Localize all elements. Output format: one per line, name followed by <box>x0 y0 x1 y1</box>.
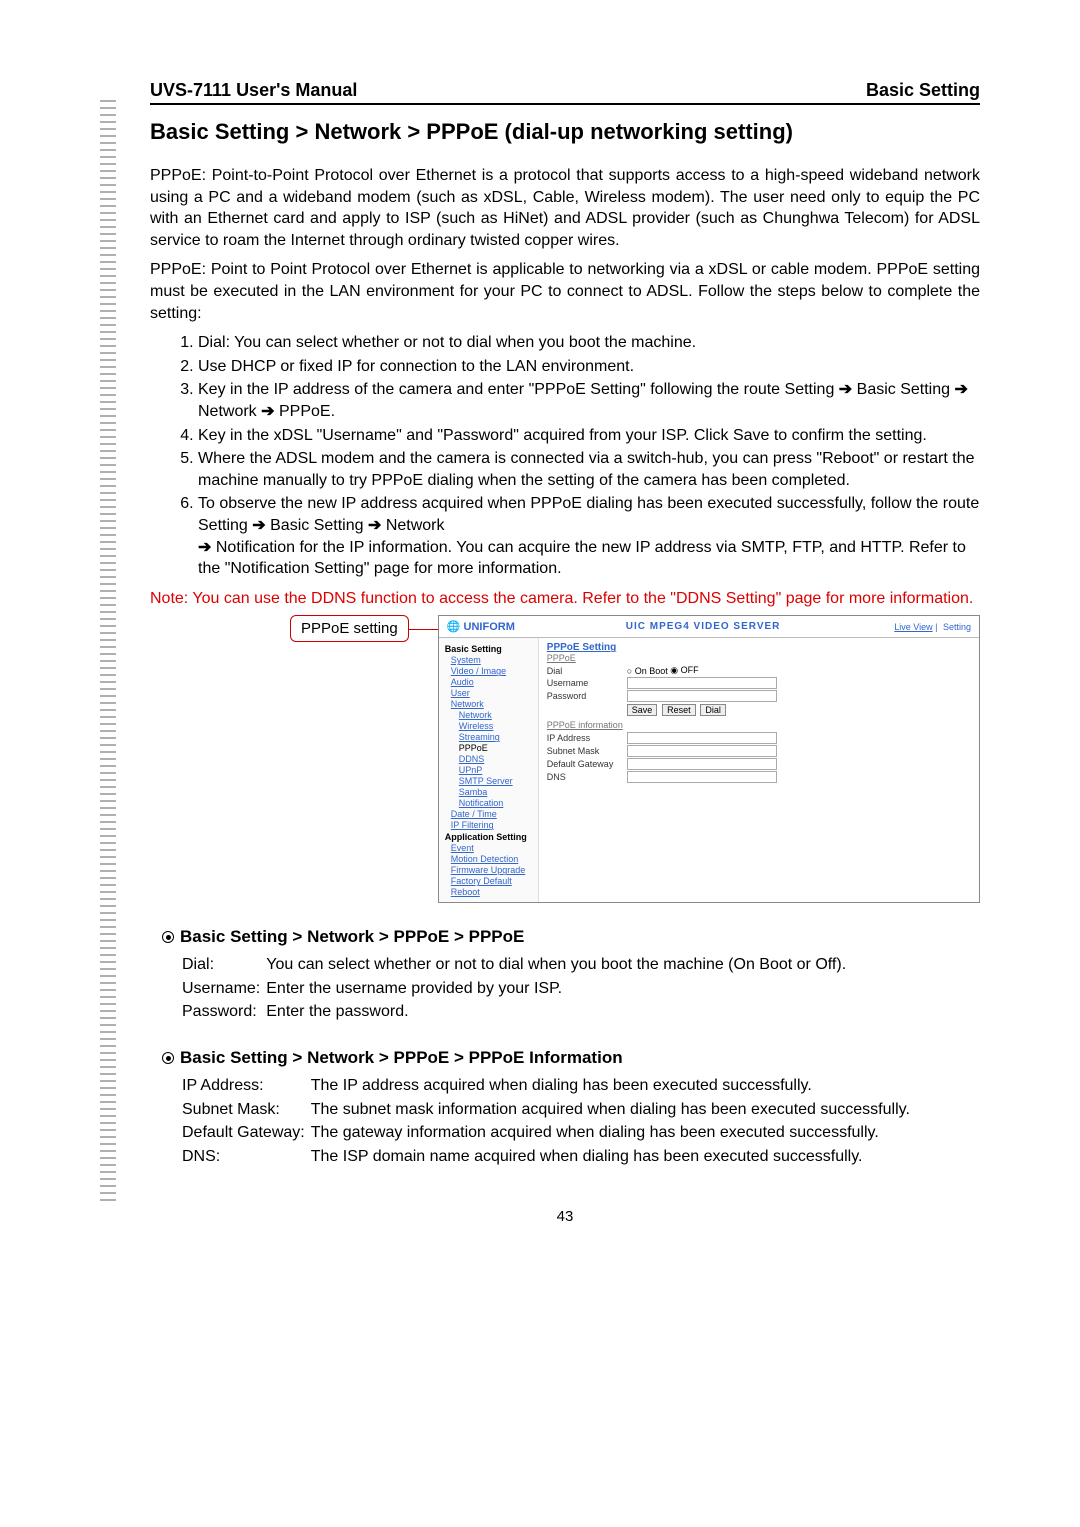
intro-paragraph-1: PPPoE: Point-to-Point Protocol over Ethe… <box>150 165 980 251</box>
pppoe-info-definition-table: IP Address: The IP address acquired when… <box>182 1074 916 1168</box>
def-gw-key: Default Gateway: <box>182 1121 311 1145</box>
ss-side-app: Application Setting <box>445 832 532 842</box>
ss-input-dns[interactable] <box>627 771 777 783</box>
ss-side-pppoe[interactable]: PPPoE <box>459 743 532 753</box>
ss-side-wireless[interactable]: Wireless <box>459 721 532 731</box>
arrow-icon: ➔ <box>198 537 211 559</box>
ss-radio-off[interactable]: ◉ OFF <box>670 665 698 676</box>
def-dns-key: DNS: <box>182 1145 311 1169</box>
arrow-icon: ➔ <box>954 379 967 401</box>
pppoe-definition-table: Dial: You can select whether or not to d… <box>182 953 852 1024</box>
callout-connector <box>409 629 438 630</box>
ss-side-net[interactable]: Network <box>459 710 532 720</box>
ss-side-reboot[interactable]: Reboot <box>451 887 532 897</box>
ss-side-system[interactable]: System <box>451 655 532 665</box>
intro-paragraph-2: PPPoE: Point to Point Protocol over Ethe… <box>150 259 980 324</box>
ss-input-ip[interactable] <box>627 732 777 744</box>
ss-side-factory[interactable]: Factory Default <box>451 876 532 886</box>
ss-sub-pppoe: PPPoE <box>547 653 971 663</box>
ss-label-user: Username <box>547 678 627 688</box>
steps-list: Dial: You can select whether or not to d… <box>198 332 980 580</box>
ss-label-mask: Subnet Mask <box>547 746 627 756</box>
ss-input-gw[interactable] <box>627 758 777 770</box>
ss-side-video[interactable]: Video / Image <box>451 666 532 676</box>
bullet-icon <box>162 931 174 943</box>
ss-input-mask[interactable] <box>627 745 777 757</box>
ss-sub-info: PPPoE information <box>547 720 971 730</box>
def-pass-val: Enter the password. <box>266 1000 852 1024</box>
ss-side-basic: Basic Setting <box>445 644 532 654</box>
def-mask-key: Subnet Mask: <box>182 1098 311 1122</box>
ss-side-event[interactable]: Event <box>451 843 532 853</box>
header-left: UVS-7111 User's Manual <box>150 80 357 101</box>
ss-input-username[interactable] <box>627 677 777 689</box>
def-dns-val: The ISP domain name acquired when dialin… <box>311 1145 916 1169</box>
bullet-icon <box>162 1052 174 1064</box>
def-ip-val: The IP address acquired when dialing has… <box>311 1074 916 1098</box>
ss-side-streaming[interactable]: Streaming <box>459 732 532 742</box>
embedded-screenshot: 🌐 UNIFORM UIC MPEG4 VIDEO SERVER Live Vi… <box>438 615 980 903</box>
step-5: Where the ADSL modem and the camera is c… <box>198 448 980 491</box>
ss-label-gw: Default Gateway <box>547 759 627 769</box>
ss-label-pass: Password <box>547 691 627 701</box>
ss-logo: 🌐 UNIFORM <box>447 620 515 633</box>
def-dial-key: Dial: <box>182 953 266 977</box>
ss-input-password[interactable] <box>627 690 777 702</box>
ss-main-panel: PPPoE Setting PPPoE Dial ○ On Boot ◉ OFF… <box>539 638 979 902</box>
ss-main-heading: PPPoE Setting <box>547 642 971 653</box>
ss-side-user[interactable]: User <box>451 688 532 698</box>
ss-top-links: Live View | Setting <box>891 622 971 632</box>
ss-side-ddns[interactable]: DDNS <box>459 754 532 764</box>
section-pppoe: Basic Setting > Network > PPPoE > PPPoE <box>162 927 980 947</box>
note-text: Note: You can use the DDNS function to a… <box>150 588 980 610</box>
step-2: Use DHCP or fixed IP for connection to t… <box>198 356 980 378</box>
ss-side-notif[interactable]: Notification <box>459 798 532 808</box>
step-3: Key in the IP address of the camera and … <box>198 379 980 422</box>
def-dial-val: You can select whether or not to dial wh… <box>266 953 852 977</box>
ss-label-dial: Dial <box>547 666 627 676</box>
def-user-key: Username: <box>182 977 266 1001</box>
ss-radio-onboot[interactable]: ○ On Boot <box>627 666 668 676</box>
ss-side-motion[interactable]: Motion Detection <box>451 854 532 864</box>
def-user-val: Enter the username provided by your ISP. <box>266 977 852 1001</box>
page-side-ruler <box>100 100 116 1205</box>
section-pppoe-info: Basic Setting > Network > PPPoE > PPPoE … <box>162 1048 980 1068</box>
arrow-icon: ➔ <box>252 515 265 537</box>
ss-sidebar: Basic Setting System Video / Image Audio… <box>439 638 539 902</box>
ss-side-samba[interactable]: Samba <box>459 787 532 797</box>
ss-reset-button[interactable]: Reset <box>662 704 696 716</box>
def-mask-val: The subnet mask information acquired whe… <box>311 1098 916 1122</box>
ss-side-network[interactable]: Network <box>451 699 532 709</box>
def-ip-key: IP Address: <box>182 1074 311 1098</box>
page-header: UVS-7111 User's Manual Basic Setting <box>150 80 980 105</box>
arrow-icon: ➔ <box>261 401 274 423</box>
ss-save-button[interactable]: Save <box>627 704 658 716</box>
ss-label-dns: DNS <box>547 772 627 782</box>
ss-side-audio[interactable]: Audio <box>451 677 532 687</box>
ss-side-ipf[interactable]: IP Filtering <box>451 820 532 830</box>
ss-side-date[interactable]: Date / Time <box>451 809 532 819</box>
ss-product-title: UIC MPEG4 VIDEO SERVER <box>626 621 781 632</box>
ss-setting-link[interactable]: Setting <box>943 622 971 632</box>
def-gw-val: The gateway information acquired when di… <box>311 1121 916 1145</box>
ss-label-ip: IP Address <box>547 733 627 743</box>
ss-side-smtp[interactable]: SMTP Server <box>459 776 532 786</box>
step-4: Key in the xDSL "Username" and "Password… <box>198 425 980 447</box>
ss-side-upnp[interactable]: UPnP <box>459 765 532 775</box>
step-6: To observe the new IP address acquired w… <box>198 493 980 579</box>
ss-dial-button[interactable]: Dial <box>700 704 726 716</box>
callout-pppoe-setting: PPPoE setting <box>290 615 409 642</box>
def-pass-key: Password: <box>182 1000 266 1024</box>
step-1: Dial: You can select whether or not to d… <box>198 332 980 354</box>
header-right: Basic Setting <box>866 80 980 101</box>
arrow-icon: ➔ <box>839 379 852 401</box>
ss-live-view-link[interactable]: Live View <box>894 622 932 632</box>
page-number: 43 <box>150 1208 980 1225</box>
arrow-icon: ➔ <box>368 515 381 537</box>
ss-side-firmware[interactable]: Firmware Upgrade <box>451 865 532 875</box>
page-title: Basic Setting > Network > PPPoE (dial-up… <box>150 119 980 145</box>
